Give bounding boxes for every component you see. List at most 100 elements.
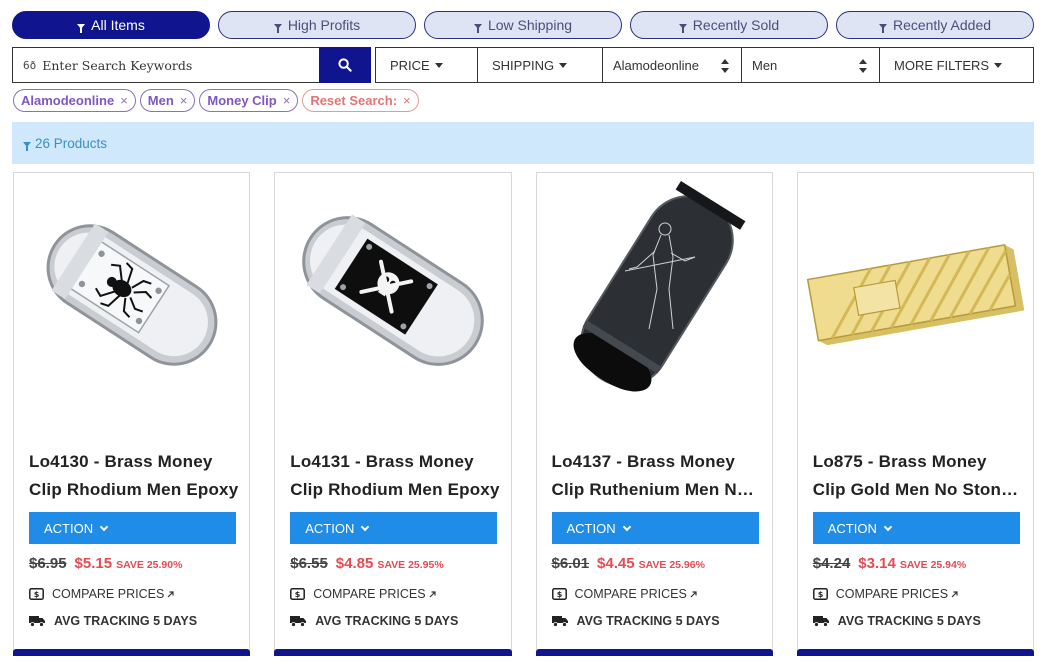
product-image[interactable] xyxy=(545,179,765,411)
tracking-info: AVG TRACKING 5 DAYS xyxy=(551,614,720,628)
compare-prices-label: COMPARE PRICES xyxy=(52,587,165,601)
funnel-icon xyxy=(23,141,31,151)
dollar-bill-icon: $ xyxy=(29,588,44,600)
select-arrows-icon xyxy=(859,59,867,73)
compare-prices-link[interactable]: $ COMPARE PRICES xyxy=(551,587,698,601)
product-title[interactable]: Lo875 - Brass Money Clip Gold Men No Sto… xyxy=(813,448,1023,504)
search-input[interactable]: 6ð Enter Search Keywords xyxy=(12,47,319,83)
tab-label: Low Shipping xyxy=(487,17,573,33)
save-percent: SAVE 25.95% xyxy=(377,559,444,571)
chip-label: Reset Search: xyxy=(310,93,398,108)
tracking-info: AVG TRACKING 5 DAYS xyxy=(29,614,197,628)
card-bottom-bar xyxy=(535,649,773,656)
sale-price: $3.14 xyxy=(858,555,896,572)
product-title[interactable]: Lo4131 - Brass Money Clip Rhodium Men Ep… xyxy=(290,448,500,504)
product-title[interactable]: Lo4130 - Brass Money Clip Rhodium Men Ep… xyxy=(29,448,239,504)
save-percent: SAVE 25.90% xyxy=(116,559,183,571)
price-row: $4.24 $3.14 SAVE 25.94% xyxy=(813,555,966,572)
funnel-icon xyxy=(473,23,482,33)
sale-price: $4.85 xyxy=(335,555,374,572)
close-icon[interactable]: × xyxy=(120,93,128,108)
truck-icon xyxy=(29,616,45,627)
dollar-bill-icon: $ xyxy=(551,588,567,600)
action-label: ACTION xyxy=(827,520,877,536)
action-button[interactable]: ACTION xyxy=(551,512,759,544)
filter-tabs: All Items High Profits Low Shipping Rece… xyxy=(12,11,1034,39)
chip-store[interactable]: Alamodeonline × xyxy=(13,89,136,112)
tracking-label: AVG TRACKING 5 DAYS xyxy=(54,614,198,628)
more-filters-button[interactable]: MORE FILTERS xyxy=(880,47,1034,83)
tab-low-shipping[interactable]: Low Shipping xyxy=(424,11,622,39)
compare-prices-link[interactable]: $ COMPARE PRICES xyxy=(29,587,175,601)
external-link-icon xyxy=(951,590,958,597)
original-price: $6.95 xyxy=(29,555,67,572)
tab-recently-added[interactable]: Recently Added xyxy=(836,11,1034,39)
card-bottom-bar xyxy=(13,649,251,656)
price-row: $6.55 $4.85 SAVE 25.95% xyxy=(290,555,443,572)
tracking-label: AVG TRACKING 5 DAYS xyxy=(837,614,981,628)
tracking-info: AVG TRACKING 5 DAYS xyxy=(812,614,981,628)
tracking-label: AVG TRACKING 5 DAYS xyxy=(576,614,720,628)
action-button[interactable]: ACTION xyxy=(29,512,236,544)
tab-label: Recently Sold xyxy=(692,17,780,33)
tab-high-profits[interactable]: High Profits xyxy=(218,11,416,39)
svg-text:$: $ xyxy=(34,590,40,599)
svg-text:$: $ xyxy=(295,590,301,599)
search-icon xyxy=(338,58,352,72)
chip-label: Alamodeonline xyxy=(21,93,115,108)
shipping-filter[interactable]: SHIPPING xyxy=(478,47,603,83)
funnel-icon xyxy=(678,23,687,33)
filter-bar: 6ð Enter Search Keywords PRICE SHIPPING … xyxy=(12,47,1034,83)
product-card: Lo4130 - Brass Money Clip Rhodium Men Ep… xyxy=(13,172,251,656)
close-icon[interactable]: × xyxy=(403,93,411,108)
product-image[interactable] xyxy=(806,179,1026,411)
action-label: ACTION xyxy=(566,520,616,536)
tab-all-items[interactable]: All Items xyxy=(12,11,210,39)
price-row: $6.01 $4.45 SAVE 25.96% xyxy=(552,555,705,572)
chip-gender[interactable]: Men × xyxy=(139,89,196,112)
store-select[interactable]: Alamodeonline xyxy=(603,47,742,83)
product-card: Lo875 - Brass Money Clip Gold Men No Sto… xyxy=(796,172,1034,656)
price-filter[interactable]: PRICE xyxy=(375,47,478,83)
product-title[interactable]: Lo4137 - Brass Money Clip Ruthenium Men … xyxy=(552,448,762,504)
tracking-info: AVG TRACKING 5 DAYS xyxy=(290,614,458,628)
compare-prices-label: COMPARE PRICES xyxy=(313,587,426,601)
chevron-down-icon xyxy=(99,522,109,531)
caret-down-icon xyxy=(994,62,1003,68)
action-label: ACTION xyxy=(44,520,94,536)
gender-select[interactable]: Men xyxy=(742,47,880,83)
reset-search-chip[interactable]: Reset Search: × xyxy=(302,89,419,112)
chip-category[interactable]: Money Clip × xyxy=(199,89,299,112)
product-card: Lo4131 - Brass Money Clip Rhodium Men Ep… xyxy=(274,172,512,656)
shipping-filter-label: SHIPPING xyxy=(492,57,555,73)
product-card: Lo4137 - Brass Money Clip Ruthenium Men … xyxy=(535,172,773,656)
compare-prices-link[interactable]: $ COMPARE PRICES xyxy=(812,587,959,601)
compare-prices-link[interactable]: $ COMPARE PRICES xyxy=(290,587,436,601)
price-filter-label: PRICE xyxy=(390,57,430,73)
save-percent: SAVE 25.96% xyxy=(638,559,705,571)
action-button[interactable]: ACTION xyxy=(290,512,498,544)
original-price: $6.55 xyxy=(290,555,328,572)
external-link-icon xyxy=(690,590,697,597)
product-image[interactable] xyxy=(22,179,242,411)
close-icon[interactable]: × xyxy=(180,93,188,108)
close-icon[interactable]: × xyxy=(283,93,291,108)
external-link-icon xyxy=(167,590,174,597)
tab-recently-sold[interactable]: Recently Sold xyxy=(630,11,828,39)
store-select-value: Alamodeonline xyxy=(613,57,700,73)
price-row: $6.95 $5.15 SAVE 25.90% xyxy=(29,555,182,572)
original-price: $4.24 xyxy=(812,555,851,572)
funnel-icon xyxy=(273,23,282,33)
chip-label: Men xyxy=(147,93,174,108)
chevron-down-icon xyxy=(622,522,631,531)
compare-prices-label: COMPARE PRICES xyxy=(835,587,949,601)
product-image[interactable] xyxy=(283,179,503,411)
external-link-icon xyxy=(429,590,436,597)
product-count: 26 Products xyxy=(35,135,108,151)
search-button[interactable] xyxy=(319,47,371,83)
caret-down-icon xyxy=(434,62,443,68)
save-percent: SAVE 25.94% xyxy=(899,559,967,571)
gender-select-value: Men xyxy=(752,57,778,73)
action-button[interactable]: ACTION xyxy=(812,512,1020,544)
truck-icon xyxy=(551,616,568,627)
